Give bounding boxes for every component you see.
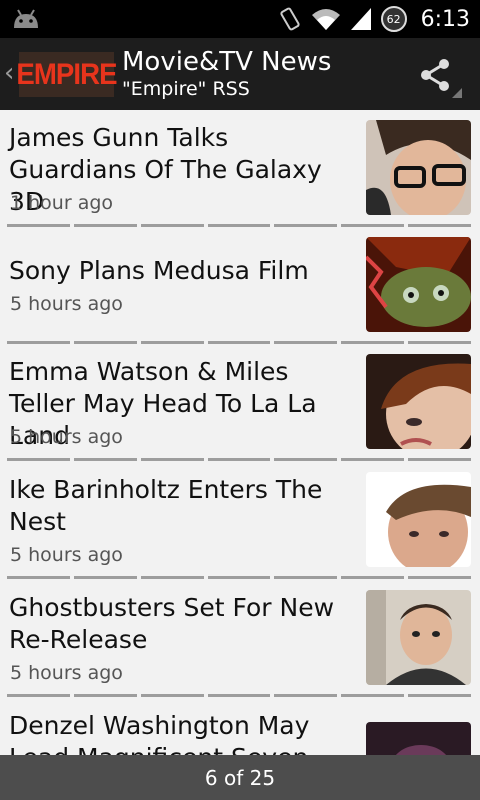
article-time: 5 hours ago	[10, 293, 123, 315]
article-thumbnail	[366, 237, 471, 332]
list-item[interactable]: Sony Plans Medusa Film 5 hours ago	[0, 227, 480, 344]
article-thumbnail	[366, 472, 471, 567]
article-time: 5 hours ago	[10, 426, 123, 448]
back-chevron-icon[interactable]: ‹	[4, 58, 14, 88]
list-item[interactable]: Denzel Washington May Lead Magnificent S…	[0, 698, 480, 755]
wifi-icon	[311, 9, 340, 30]
overflow-indicator-icon	[452, 88, 462, 98]
article-title: Denzel Washington May Lead Magnificent S…	[9, 711, 310, 755]
article-thumbnail	[366, 590, 471, 685]
signal-icon	[350, 8, 371, 30]
article-thumbnail	[366, 120, 471, 215]
article-list[interactable]: James Gunn Talks Guardians Of The Galaxy…	[0, 110, 480, 755]
row-divider	[7, 694, 472, 697]
app-logo[interactable]: EMPIRE	[16, 52, 118, 97]
action-bar: ‹ EMPIRE Movie&TV News "Empire" RSS	[0, 38, 480, 110]
article-title: Ghostbusters Set For New Re-Release	[9, 593, 335, 654]
article-time: 5 hours ago	[10, 544, 123, 566]
page-indicator-bar: 6 of 25	[0, 755, 480, 800]
clock: 6:13	[420, 6, 470, 32]
list-item[interactable]: James Gunn Talks Guardians Of The Galaxy…	[0, 110, 480, 227]
status-bar: 62 6:13	[0, 0, 480, 38]
logo-text: EMPIRE	[16, 57, 117, 91]
page-title: Movie&TV News	[122, 47, 332, 77]
list-item[interactable]: Emma Watson & Miles Teller May Head To L…	[0, 344, 480, 462]
share-icon[interactable]	[418, 58, 452, 92]
article-title: Sony Plans Medusa Film	[9, 256, 309, 285]
row-divider	[7, 576, 472, 579]
page-indicator: 6 of 25	[204, 765, 276, 790]
android-icon	[14, 9, 38, 28]
article-time: 5 hours ago	[10, 662, 123, 684]
article-thumbnail	[366, 722, 471, 755]
list-item[interactable]: Ike Barinholtz Enters The Nest 5 hours a…	[0, 462, 480, 580]
article-time: 1 hour ago	[10, 192, 114, 214]
list-item[interactable]: Ghostbusters Set For New Re-Release 5 ho…	[0, 580, 480, 698]
battery-level: 62	[386, 12, 401, 26]
article-thumbnail	[366, 354, 471, 449]
article-title: Ike Barinholtz Enters The Nest	[9, 475, 323, 536]
rotate-icon	[279, 7, 300, 31]
page-subtitle: "Empire" RSS	[122, 78, 250, 100]
action-bar-titles: Movie&TV News "Empire" RSS	[122, 47, 331, 101]
row-divider	[7, 458, 472, 461]
battery-icon: 62	[380, 6, 407, 32]
